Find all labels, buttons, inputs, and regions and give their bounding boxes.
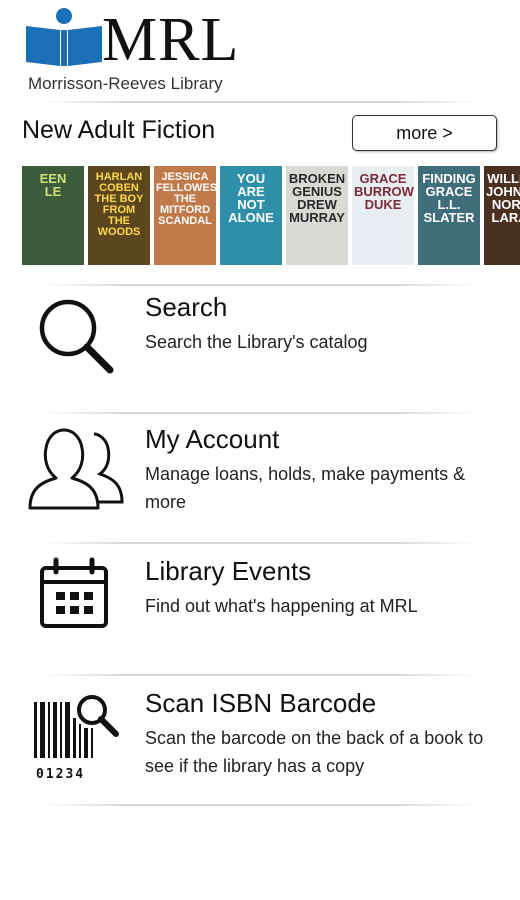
book-cover[interactable]: WILLIAM JOHNSTONE NORTH LARAM bbox=[484, 166, 520, 265]
logo-text: MRL bbox=[102, 6, 240, 74]
book-cover[interactable]: JESSICA FELLOWES THE MITFORD SCANDAL bbox=[154, 166, 216, 265]
book-cover-title: BROKEN GENIUS DREW MURRAY bbox=[288, 171, 346, 225]
barcode-icon: 01234 bbox=[34, 695, 119, 782]
book-cover-title: YOU ARE NOT ALONE bbox=[228, 171, 274, 225]
more-button[interactable]: more > bbox=[352, 115, 497, 151]
menu-description: Find out what's happening at MRL bbox=[145, 596, 418, 616]
book-cover-title: EEN LE bbox=[39, 171, 67, 199]
book-cover[interactable]: BROKEN GENIUS DREW MURRAY bbox=[286, 166, 348, 265]
menu-description: Scan the barcode on the back of a book t… bbox=[145, 728, 484, 776]
menu-item-my-account[interactable]: My Account Manage loans, holds, make pay… bbox=[0, 424, 520, 534]
section-title: New Adult Fiction bbox=[22, 116, 216, 144]
divider bbox=[40, 804, 480, 806]
menu-description: Manage loans, holds, make payments & mor… bbox=[145, 464, 466, 512]
menu-title: Scan ISBN Barcode bbox=[145, 688, 377, 718]
book-logo-icon bbox=[26, 8, 102, 66]
book-cover-title: WILLIAM JOHNSTONE NORTH LARAM bbox=[486, 171, 520, 225]
menu-item-search[interactable]: Search Search the Library's catalog bbox=[0, 292, 520, 402]
book-cover[interactable]: EEN LE bbox=[22, 166, 84, 265]
divider bbox=[40, 674, 480, 676]
barcode-digits: 01234 bbox=[36, 767, 85, 782]
divider bbox=[40, 412, 480, 414]
menu-description: Search the Library's catalog bbox=[145, 332, 368, 352]
divider bbox=[40, 101, 480, 103]
menu-title: Search bbox=[145, 292, 228, 322]
calendar-icon bbox=[40, 557, 108, 628]
divider bbox=[40, 542, 480, 544]
logo-subtitle: Morrisson-Reeves Library bbox=[28, 74, 223, 93]
search-icon bbox=[39, 299, 114, 374]
book-cover-title: FINDING GRACE L.L. SLATER bbox=[422, 171, 476, 225]
book-cover[interactable]: FINDING GRACE L.L. SLATER bbox=[418, 166, 480, 265]
book-cover-title: JESSICA FELLOWES THE MITFORD SCANDAL bbox=[156, 171, 216, 227]
menu-title: Library Events bbox=[145, 556, 312, 586]
divider bbox=[40, 284, 480, 286]
library-logo: MRL Morrisson-Reeves Library bbox=[24, 6, 254, 98]
book-cover[interactable]: YOU ARE NOT ALONE bbox=[220, 166, 282, 265]
cover-carousel[interactable]: EEN LE HARLAN COBEN THE BOY FROM THE WOOD… bbox=[22, 166, 520, 266]
book-cover-title: GRACE BURROWES DUKE bbox=[354, 171, 414, 212]
menu-item-library-events[interactable]: Library Events Find out what's happening… bbox=[0, 556, 520, 666]
book-cover[interactable]: HARLAN COBEN THE BOY FROM THE WOODS bbox=[88, 166, 150, 265]
menu-title: My Account bbox=[145, 424, 280, 454]
book-cover[interactable]: GRACE BURROWES DUKE bbox=[352, 166, 414, 265]
book-cover-title: HARLAN COBEN THE BOY FROM THE WOODS bbox=[94, 171, 144, 238]
menu-item-scan-isbn[interactable]: 01234 Scan ISBN Barcode Scan the barcode… bbox=[0, 688, 520, 798]
account-icon bbox=[28, 428, 124, 510]
